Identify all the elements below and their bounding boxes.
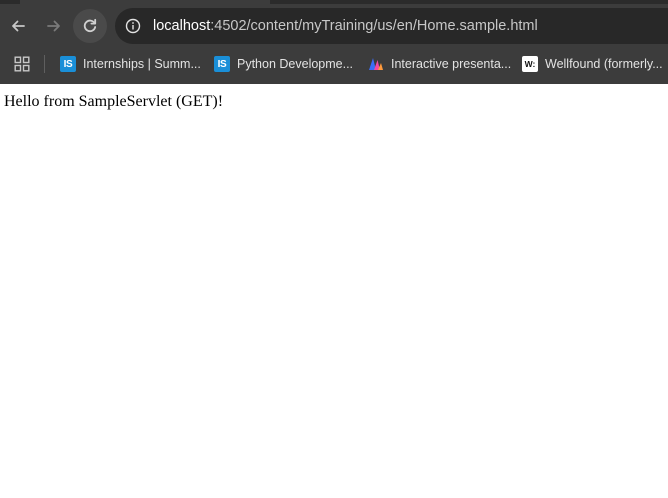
bookmark-label: Internships | Summ... — [83, 57, 201, 71]
mentimeter-logo — [369, 58, 383, 70]
bookmark-internships[interactable]: IS Internships | Summ... — [56, 52, 205, 76]
address-bar[interactable]: localhost:4502/content/myTraining/us/en/… — [115, 8, 668, 44]
bookmark-interactive-presentation[interactable]: Interactive presenta... — [364, 52, 515, 76]
apps-button[interactable] — [11, 53, 33, 75]
wellfound-icon: W: — [522, 56, 538, 72]
url-text[interactable]: localhost:4502/content/myTraining/us/en/… — [153, 17, 538, 35]
arrow-right-icon — [47, 20, 60, 32]
url-host: localhost — [153, 18, 211, 34]
servlet-response-text: Hello from SampleServlet (GET)! — [4, 93, 224, 110]
bookmarks-bar: IS Internships | Summ... IS Python Devel… — [0, 48, 668, 80]
arrow-left-icon — [12, 20, 25, 32]
bookmark-python-development[interactable]: IS Python Developme... — [210, 52, 357, 76]
browser-toolbar: localhost:4502/content/myTraining/us/en/… — [0, 4, 668, 48]
internshala-icon: IS — [214, 56, 230, 72]
bookmark-wellfound[interactable]: W: Wellfound (formerly... — [518, 52, 667, 76]
bookmark-label: Interactive presenta... — [391, 57, 512, 71]
info-icon — [125, 18, 141, 34]
url-path: :4502/content/myTraining/us/en/Home.samp… — [210, 18, 538, 34]
back-button[interactable] — [1, 9, 35, 43]
site-info-button[interactable] — [119, 12, 147, 40]
apps-grid-icon — [14, 56, 30, 72]
bookmark-label: Wellfound (formerly... — [545, 57, 663, 71]
bookmarks-divider — [44, 55, 45, 73]
forward-button[interactable] — [37, 9, 71, 43]
reload-icon — [83, 18, 97, 33]
browser-chrome: localhost:4502/content/myTraining/us/en/… — [0, 0, 668, 84]
bookmark-label: Python Developme... — [237, 57, 354, 71]
internshala-icon: IS — [60, 56, 76, 72]
mentimeter-icon — [368, 56, 384, 72]
reload-button[interactable] — [73, 9, 107, 43]
page-content: Hello from SampleServlet (GET)! — [0, 84, 668, 498]
